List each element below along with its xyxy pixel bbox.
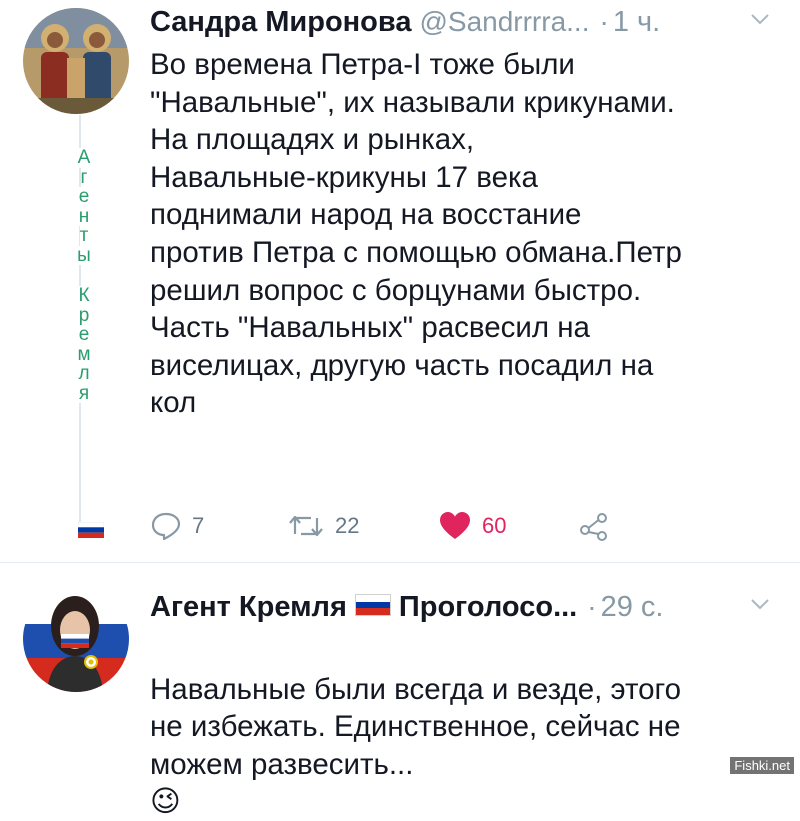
- reply-button[interactable]: 7: [150, 511, 204, 541]
- thread-letter: е: [78, 186, 90, 207]
- tweet-text: Навальные были всегда и везде, этого не …: [150, 633, 780, 821]
- thread-letter: г: [80, 166, 88, 188]
- thread-letter: т: [79, 225, 89, 246]
- thread-vertical-text: А г е н т ы К р е м л я: [76, 148, 92, 403]
- retweet-icon: [289, 515, 323, 537]
- reply-count: 7: [192, 513, 205, 538]
- timestamp[interactable]: 29 с.: [601, 587, 664, 627]
- wink-emoji-icon: 😉: [150, 784, 181, 819]
- share-button[interactable]: [578, 510, 610, 542]
- watermark: Fishki.net: [730, 757, 794, 774]
- chevron-down-icon[interactable]: [750, 6, 770, 32]
- thread-letter: А: [77, 147, 91, 168]
- tweet-header: Сандра Миронова @Sandrrrra... · 1 ч.: [150, 2, 660, 42]
- retweet-count: 22: [335, 513, 360, 538]
- tweet-text: Во времена Петра-I тоже были "Навальные"…: [150, 48, 682, 420]
- avatar[interactable]: [23, 586, 129, 692]
- chevron-down-icon[interactable]: [750, 591, 770, 617]
- thread-letter: н: [78, 205, 90, 227]
- russian-flag-icon: [78, 522, 104, 538]
- display-name[interactable]: Агент Кремля: [150, 587, 347, 627]
- tweet-2: Агент Кремля Проголосо... · 29 с. Наваль…: [0, 563, 800, 818]
- reply-icon: [151, 512, 181, 541]
- tweet-1: А г е н т ы К р е м л я Сандра Миронова …: [0, 0, 800, 562]
- separator-dot: ·: [599, 6, 609, 37]
- timestamp[interactable]: 1 ч.: [613, 2, 660, 42]
- thread-letter: К: [78, 285, 90, 306]
- thread-letter: л: [78, 363, 90, 384]
- tweet-text-content: Навальные были всегда и везде, этого не …: [150, 672, 682, 781]
- avatar[interactable]: [23, 8, 129, 114]
- display-name[interactable]: Сандра Миронова: [150, 2, 411, 42]
- share-icon: [580, 513, 607, 541]
- thread-letter: р: [78, 304, 90, 326]
- tweet-header: Агент Кремля Проголосо... · 29 с.: [150, 587, 663, 627]
- like-button[interactable]: 60: [438, 511, 506, 541]
- thread-letter: ы: [77, 244, 91, 266]
- display-name-suffix[interactable]: Проголосо...: [399, 587, 577, 627]
- russian-flag-icon: [354, 594, 391, 616]
- separator-dot: ·: [587, 591, 597, 622]
- thread-letter: м: [77, 343, 91, 365]
- thread-letter: е: [78, 324, 90, 345]
- like-count: 60: [482, 513, 507, 538]
- user-handle[interactable]: @Sandrrrra...: [419, 2, 589, 42]
- heart-icon: [440, 512, 470, 539]
- retweet-button[interactable]: 22: [287, 512, 359, 540]
- thread-letter: я: [78, 382, 90, 404]
